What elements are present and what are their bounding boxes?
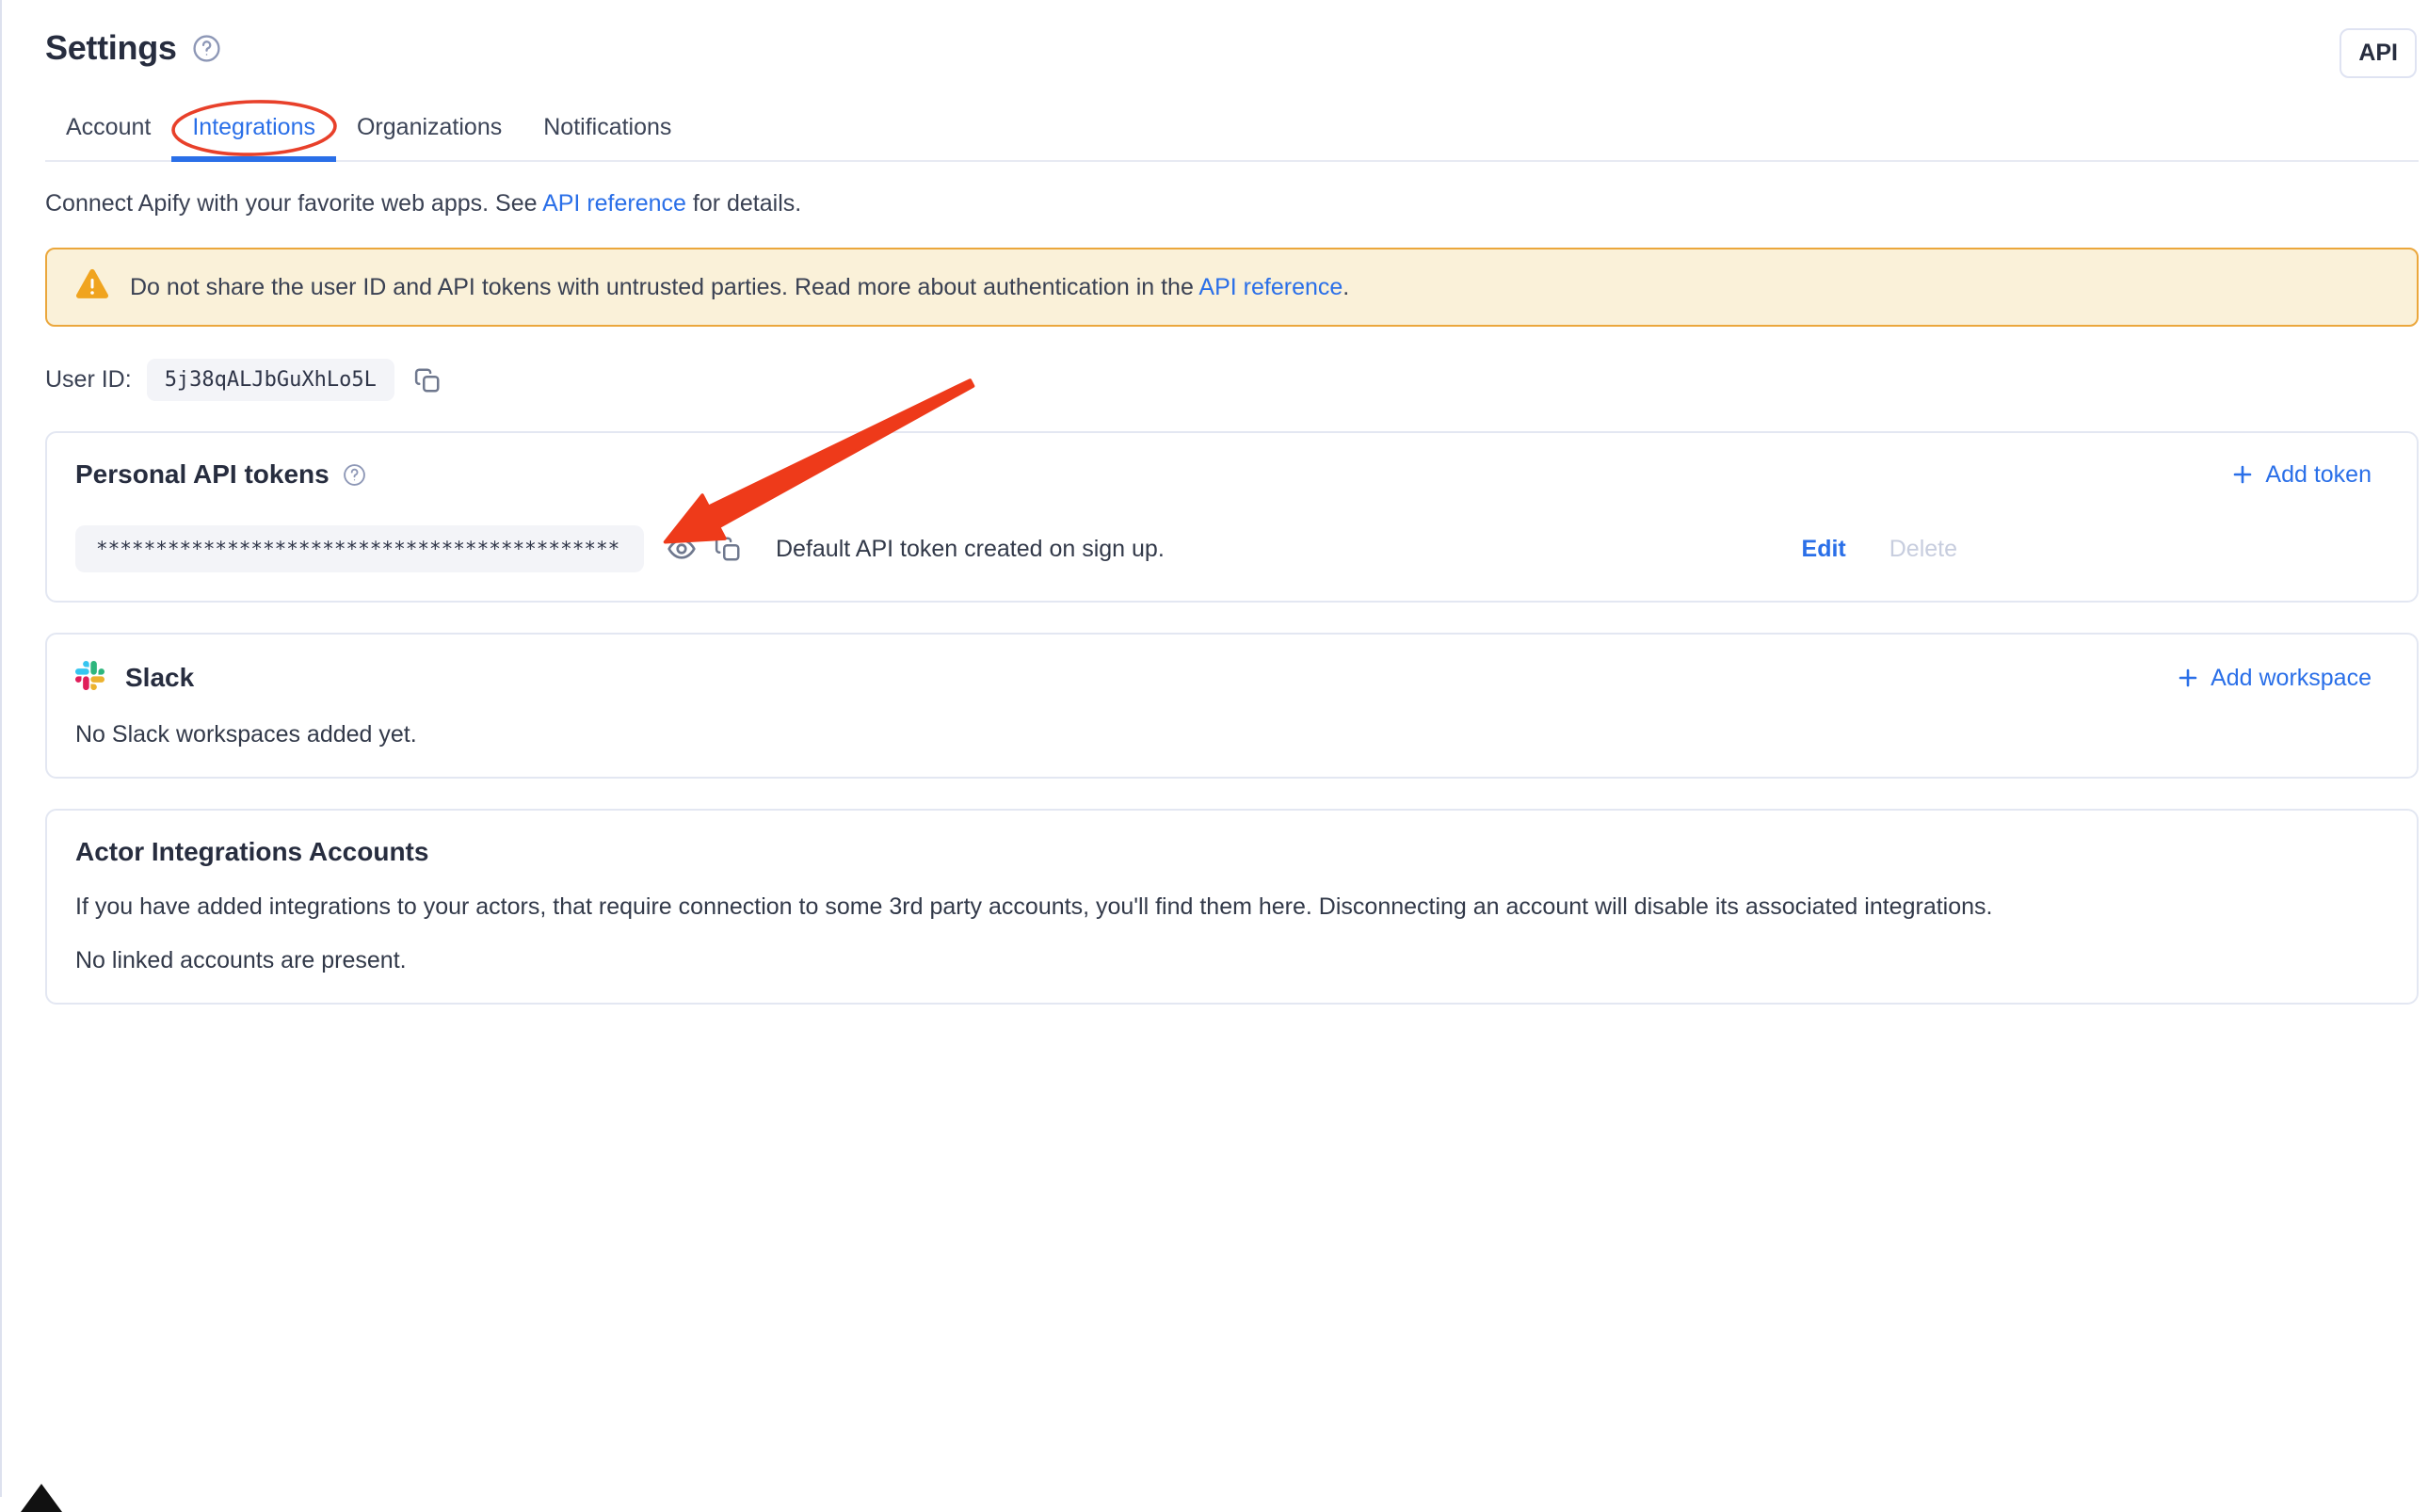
token-row: ****************************************…	[75, 525, 2372, 572]
api-button[interactable]: API	[2340, 28, 2417, 78]
tab-organizations[interactable]: Organizations	[336, 101, 523, 160]
slack-card-title: Slack	[125, 663, 194, 693]
actor-card-description: If you have added integrations to your a…	[75, 893, 2372, 921]
topbar: Settings API	[45, 28, 2419, 78]
show-token-button[interactable]	[663, 530, 700, 568]
actor-card-title: Actor Integrations Accounts	[75, 837, 2372, 867]
tab-integrations[interactable]: Integrations	[171, 101, 336, 160]
tab-integrations-label: Integrations	[192, 114, 315, 140]
slack-empty-text: No Slack workspaces added yet.	[75, 721, 2372, 748]
add-token-label: Add token	[2265, 461, 2372, 489]
add-token-button[interactable]: Add token	[2231, 461, 2372, 489]
warning-api-reference-link[interactable]: API reference	[1198, 274, 1343, 300]
warning-pre: Do not share the user ID and API tokens …	[130, 274, 1198, 300]
masked-token-value: ****************************************…	[75, 525, 644, 572]
copy-icon	[714, 535, 742, 563]
user-id-value: 5j38qALJbGuXhLo5L	[147, 359, 394, 401]
tokens-card-title: Personal API tokens	[75, 459, 330, 490]
warning-post: .	[1343, 274, 1349, 300]
intro-post: for details.	[686, 190, 801, 217]
help-icon[interactable]	[192, 34, 221, 63]
settings-page: Settings API Account Integrations Organi…	[0, 0, 2428, 1005]
edit-token-button[interactable]: Edit	[1802, 536, 1846, 563]
copy-user-id-button[interactable]	[410, 362, 445, 398]
actor-integrations-card: Actor Integrations Accounts If you have …	[45, 809, 2419, 1005]
warning-banner: Do not share the user ID and API tokens …	[45, 248, 2419, 327]
warning-text: Do not share the user ID and API tokens …	[130, 274, 1349, 301]
personal-api-tokens-card: Personal API tokens Add token **********…	[45, 431, 2419, 603]
api-reference-link[interactable]: API reference	[542, 190, 686, 217]
tokens-help-icon[interactable]	[343, 463, 366, 487]
settings-tabs: Account Integrations Organizations Notif…	[45, 101, 2419, 162]
user-id-row: User ID: 5j38qALJbGuXhLo5L	[45, 359, 2419, 401]
intro-text: Connect Apify with your favorite web app…	[45, 190, 2419, 217]
delete-token-button[interactable]: Delete	[1889, 536, 1957, 563]
intro-pre: Connect Apify with your favorite web app…	[45, 190, 542, 217]
token-actions: Edit Delete	[1802, 536, 1957, 563]
add-workspace-button[interactable]: Add workspace	[2177, 665, 2372, 692]
active-tab-underline	[171, 156, 336, 162]
plus-icon	[2231, 463, 2254, 486]
tab-account[interactable]: Account	[45, 101, 171, 160]
actor-empty-text: No linked accounts are present.	[75, 947, 2372, 974]
tab-notifications[interactable]: Notifications	[523, 101, 692, 160]
copy-token-button[interactable]	[710, 531, 746, 567]
warning-icon	[75, 268, 109, 307]
slack-icon	[75, 661, 105, 695]
user-id-label: User ID:	[45, 366, 132, 394]
plus-icon	[2177, 667, 2199, 689]
cursor-artifact	[21, 1484, 62, 1512]
eye-icon	[667, 534, 697, 564]
token-description: Default API token created on sign up.	[776, 536, 1165, 563]
add-workspace-label: Add workspace	[2211, 665, 2372, 692]
copy-icon	[413, 366, 442, 394]
slack-card: Slack Add workspace No Slack workspaces …	[45, 633, 2419, 779]
page-title: Settings	[45, 28, 177, 68]
